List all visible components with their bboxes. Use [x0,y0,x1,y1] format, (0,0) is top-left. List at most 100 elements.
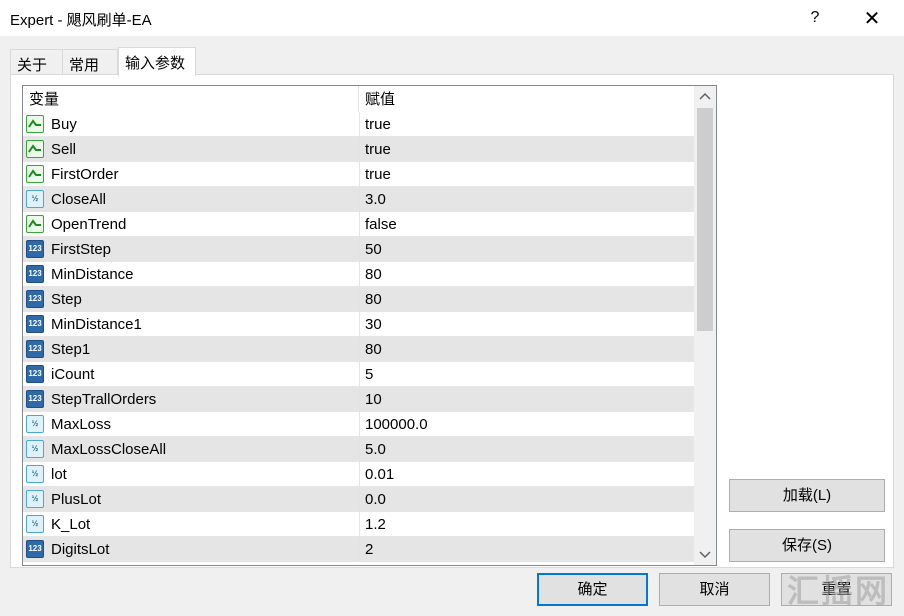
table-row[interactable]: ½ K_Lot 1.2 [23,512,694,537]
variable-name: CloseAll [51,191,107,208]
column-divider [359,462,360,487]
table-row[interactable]: ½ PlusLot 0.0 [23,487,694,512]
table-row[interactable]: Sell true [23,137,694,162]
column-header-value[interactable]: 赋值 [359,86,694,112]
column-divider [359,412,360,437]
column-divider [359,337,360,362]
integer-type-icon: 123 [26,540,44,558]
variable-name: Buy [51,116,77,133]
double-type-icon: ½ [26,490,44,508]
column-divider [359,187,360,212]
bool-type-icon [26,165,44,183]
cancel-button[interactable]: 取消 [659,573,770,606]
variable-name: iCount [51,366,95,383]
variable-value[interactable]: 0.0 [365,487,386,512]
integer-type-icon: 123 [26,390,44,408]
variable-name: Step1 [51,341,91,358]
table-row[interactable]: 123 Step 80 [23,287,694,312]
scroll-up-arrow-icon[interactable] [694,86,716,106]
variable-value[interactable]: 10 [365,387,382,412]
table-row[interactable]: 123 FirstStep 50 [23,237,694,262]
column-divider [359,262,360,287]
variable-name: MinDistance1 [51,316,142,333]
variable-value[interactable]: true [365,112,391,137]
variable-name: MaxLossCloseAll [51,441,167,458]
vertical-scrollbar[interactable] [694,86,716,565]
grid-header: 变量 赋值 [23,86,694,112]
tab-inputs[interactable]: 输入参数 [118,47,196,76]
variable-value[interactable]: 1.2 [365,512,386,537]
variable-value[interactable]: 80 [365,287,382,312]
grid-rows: Buy true Sell true FirstOrder true ½ CloseAll 3.… [23,112,694,562]
variable-value[interactable]: 2 [365,537,373,562]
load-button[interactable]: 加载(L) [729,479,885,512]
variable-value[interactable]: true [365,137,391,162]
table-row[interactable]: 123 iCount 5 [23,362,694,387]
variable-name: OpenTrend [51,216,127,233]
bool-type-icon [26,140,44,158]
table-row[interactable]: 123 StepTrallOrders 10 [23,387,694,412]
variable-value[interactable]: 30 [365,312,382,337]
column-divider [359,237,360,262]
column-divider [359,312,360,337]
bool-type-icon [26,115,44,133]
scrollbar-thumb[interactable] [697,108,713,331]
column-divider [359,487,360,512]
integer-type-icon: 123 [26,290,44,308]
variable-value[interactable]: 80 [365,262,382,287]
variable-value[interactable]: 80 [365,337,382,362]
variable-value[interactable]: 3.0 [365,187,386,212]
table-row[interactable]: ½ CloseAll 3.0 [23,187,694,212]
integer-type-icon: 123 [26,365,44,383]
title-bar: Expert - 飓风刷单-EA ? ✕ [0,0,904,36]
variable-name: MinDistance [51,266,134,283]
column-header-variable[interactable]: 变量 [23,86,359,112]
double-type-icon: ½ [26,465,44,483]
tab-common[interactable]: 常用 [62,49,118,74]
help-button[interactable]: ? [792,0,838,36]
column-divider [359,537,360,562]
table-row[interactable]: 123 MinDistance 80 [23,262,694,287]
table-row[interactable]: Buy true [23,112,694,137]
column-divider [359,137,360,162]
column-divider [359,212,360,237]
table-row[interactable]: FirstOrder true [23,162,694,187]
variable-name: Step [51,291,82,308]
table-row[interactable]: ½ MaxLoss 100000.0 [23,412,694,437]
column-divider [359,437,360,462]
tab-about[interactable]: 关于 [10,49,63,74]
window-title: Expert - 飓风刷单-EA [10,12,152,29]
table-row[interactable]: 123 MinDistance1 30 [23,312,694,337]
variable-value[interactable]: 5 [365,362,373,387]
double-type-icon: ½ [26,440,44,458]
integer-type-icon: 123 [26,265,44,283]
column-divider [359,387,360,412]
double-type-icon: ½ [26,415,44,433]
variable-name: MaxLoss [51,416,112,433]
variable-name: lot [51,466,67,483]
column-divider [359,112,360,137]
variable-name: DigitsLot [51,541,110,558]
table-row[interactable]: 123 Step1 80 [23,337,694,362]
variable-value[interactable]: false [365,212,397,237]
variable-value[interactable]: true [365,162,391,187]
bool-type-icon [26,215,44,233]
table-row[interactable]: ½ lot 0.01 [23,462,694,487]
ok-button[interactable]: 确定 [537,573,648,606]
variable-value[interactable]: 100000.0 [365,412,428,437]
save-button[interactable]: 保存(S) [729,529,885,562]
column-divider [359,162,360,187]
variable-value[interactable]: 0.01 [365,462,394,487]
variable-name: FirstStep [51,241,112,258]
column-divider [359,512,360,537]
scroll-down-arrow-icon[interactable] [694,545,716,565]
variable-value[interactable]: 50 [365,237,382,262]
table-row[interactable]: OpenTrend false [23,212,694,237]
variable-value[interactable]: 5.0 [365,437,386,462]
table-row[interactable]: ½ MaxLossCloseAll 5.0 [23,437,694,462]
close-button[interactable]: ✕ [849,0,895,36]
variable-name: FirstOrder [51,166,119,183]
table-row[interactable]: 123 DigitsLot 2 [23,537,694,562]
variable-name: Sell [51,141,77,158]
integer-type-icon: 123 [26,340,44,358]
